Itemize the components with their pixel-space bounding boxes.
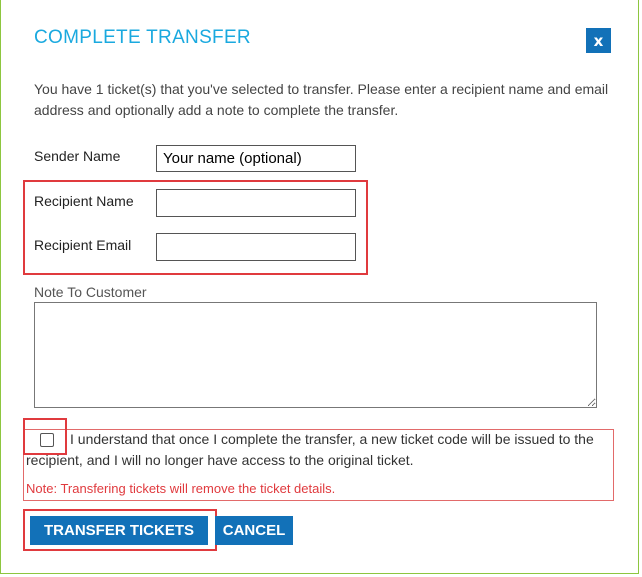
recipient-email-label: Recipient Email: [34, 237, 132, 253]
dialog-title: COMPLETE TRANSFER: [34, 27, 251, 48]
recipient-email-input[interactable]: [156, 233, 356, 261]
recipient-name-label: Recipient Name: [34, 193, 134, 209]
terms-text: I understand that once I complete the tr…: [26, 431, 594, 468]
close-button[interactable]: x: [586, 28, 611, 53]
terms-warning: Note: Transfering tickets will remove th…: [26, 481, 336, 496]
intro-text: You have 1 ticket(s) that you've selecte…: [34, 81, 609, 118]
note-textarea[interactable]: [34, 302, 597, 408]
terms-checkbox[interactable]: [40, 433, 54, 447]
note-label: Note To Customer: [34, 284, 147, 300]
transfer-tickets-button[interactable]: TRANSFER TICKETS: [30, 516, 208, 545]
close-icon: x: [593, 31, 604, 50]
transfer-dialog: COMPLETE TRANSFER x You have 1 ticket(s)…: [0, 0, 639, 574]
sender-name-label: Sender Name: [34, 148, 121, 164]
cancel-button[interactable]: CANCEL: [215, 516, 293, 545]
sender-name-input[interactable]: [156, 145, 356, 172]
recipient-name-input[interactable]: [156, 189, 356, 217]
